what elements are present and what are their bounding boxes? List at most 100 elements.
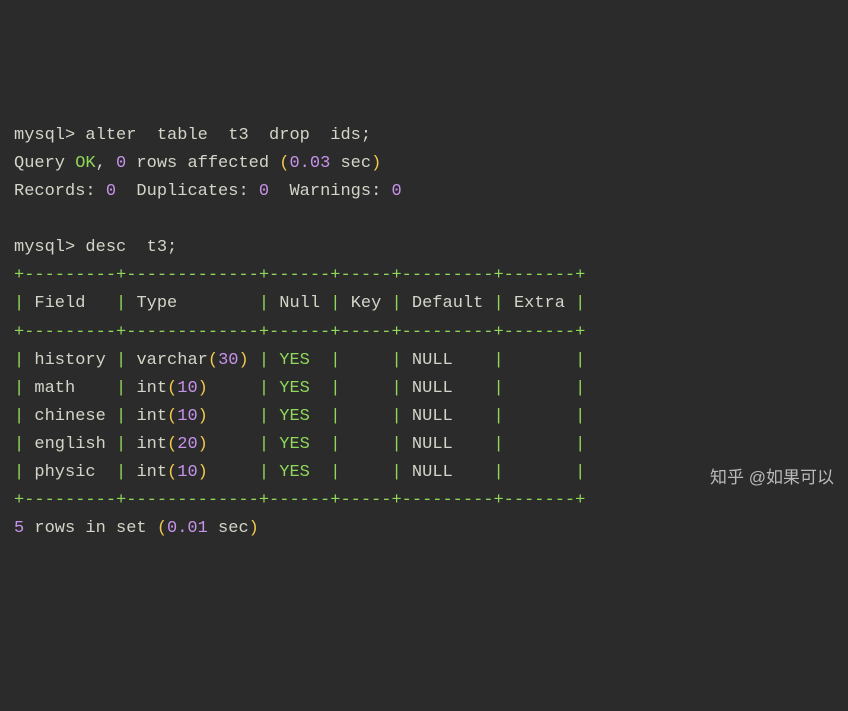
cell-null-2: YES xyxy=(279,407,320,426)
pipe: | xyxy=(249,379,280,398)
pipe: | xyxy=(483,435,514,454)
text: , xyxy=(96,154,116,173)
cell-null-3: YES xyxy=(279,435,320,454)
cell-default-0: NULL xyxy=(412,351,483,370)
pipe: | xyxy=(381,435,412,454)
cell-field-1: math xyxy=(34,379,105,398)
pipe: | xyxy=(320,351,351,370)
cell-null-1: YES xyxy=(279,379,320,398)
pipe: | xyxy=(106,294,137,313)
cell-extra-4 xyxy=(514,463,565,482)
paren-close: ) xyxy=(198,435,208,454)
pipe: | xyxy=(565,463,585,482)
cell-type-kw-1: int xyxy=(136,379,167,398)
cell-type-n-2: 10 xyxy=(177,407,197,426)
cell-field-0: history xyxy=(34,351,105,370)
col-null: Null xyxy=(279,294,320,313)
sql-desc: desc t3; xyxy=(85,238,177,257)
col-extra: Extra xyxy=(514,294,565,313)
pipe: | xyxy=(565,379,585,398)
pipe: | xyxy=(565,435,585,454)
pad xyxy=(208,407,249,426)
pipe: | xyxy=(106,435,137,454)
paren-open: ( xyxy=(167,463,177,482)
pipe: | xyxy=(249,463,280,482)
cell-type-n-3: 20 xyxy=(177,435,197,454)
table-border-bottom: +---------+-------------+------+-----+--… xyxy=(14,491,585,510)
table-border-top: +---------+-------------+------+-----+--… xyxy=(14,266,585,285)
cell-default-3: NULL xyxy=(412,435,483,454)
cell-key-1 xyxy=(351,379,382,398)
pad xyxy=(208,379,249,398)
table-border-mid: +---------+-------------+------+-----+--… xyxy=(14,323,585,342)
cell-type-kw-0: varchar xyxy=(136,351,207,370)
paren-open: ( xyxy=(208,351,218,370)
pad xyxy=(208,463,249,482)
pipe: | xyxy=(381,407,412,426)
cell-extra-3 xyxy=(514,435,565,454)
cell-type-n-0: 30 xyxy=(218,351,238,370)
cell-type-n-1: 10 xyxy=(177,379,197,398)
col-key: Key xyxy=(351,294,382,313)
pipe: | xyxy=(14,463,34,482)
pipe: | xyxy=(249,294,280,313)
query-time: 0.03 xyxy=(289,154,330,173)
cell-null-0: YES xyxy=(279,351,320,370)
cell-extra-0 xyxy=(514,351,565,370)
cell-key-3 xyxy=(351,435,382,454)
pipe: | xyxy=(483,463,514,482)
pad xyxy=(208,435,249,454)
cell-key-0 xyxy=(351,351,382,370)
pipe: | xyxy=(381,351,412,370)
pipe: | xyxy=(249,435,280,454)
pipe: | xyxy=(14,407,34,426)
paren-open: ( xyxy=(279,154,289,173)
paren-close: ) xyxy=(238,351,248,370)
cell-default-1: NULL xyxy=(412,379,483,398)
paren-open: ( xyxy=(167,435,177,454)
pipe: | xyxy=(106,379,137,398)
pipe: | xyxy=(483,294,514,313)
cell-type-n-4: 10 xyxy=(177,463,197,482)
cell-type-kw-3: int xyxy=(136,435,167,454)
cell-key-4 xyxy=(351,463,382,482)
pipe: | xyxy=(14,379,34,398)
rows-in-set-count: 5 xyxy=(14,519,24,538)
pipe: | xyxy=(320,435,351,454)
watermark: 知乎 @如果可以 xyxy=(710,464,834,492)
duplicates-value: 0 xyxy=(259,182,269,201)
time-unit: sec xyxy=(330,154,371,173)
pipe: | xyxy=(483,351,514,370)
cell-field-4: physic xyxy=(34,463,105,482)
col-default: Default xyxy=(412,294,483,313)
pipe: | xyxy=(565,407,585,426)
col-field: Field xyxy=(34,294,105,313)
sql-alter-table: alter table t3 drop ids; xyxy=(85,126,371,145)
cell-default-4: NULL xyxy=(412,463,483,482)
time-unit: sec xyxy=(208,519,249,538)
pipe: | xyxy=(106,351,137,370)
rows-affected-count: 0 xyxy=(116,154,126,173)
cell-type-kw-4: int xyxy=(136,463,167,482)
cell-field-3: english xyxy=(34,435,105,454)
query-result-text: Query xyxy=(14,154,75,173)
cell-field-2: chinese xyxy=(34,407,105,426)
records-label: Records: xyxy=(14,182,106,201)
pipe: | xyxy=(14,351,34,370)
col-type: Type xyxy=(136,294,248,313)
pipe: | xyxy=(249,351,280,370)
text: rows affected xyxy=(126,154,279,173)
pipe: | xyxy=(381,463,412,482)
cell-extra-2 xyxy=(514,407,565,426)
duplicates-label: Duplicates: xyxy=(116,182,259,201)
paren-close: ) xyxy=(198,407,208,426)
paren-close: ) xyxy=(198,379,208,398)
pipe: | xyxy=(565,294,585,313)
pipe: | xyxy=(14,294,34,313)
pipe: | xyxy=(106,407,137,426)
cell-extra-1 xyxy=(514,379,565,398)
pipe: | xyxy=(14,435,34,454)
rows-in-set-text: rows in set xyxy=(24,519,157,538)
pipe: | xyxy=(483,379,514,398)
pipe: | xyxy=(381,294,412,313)
